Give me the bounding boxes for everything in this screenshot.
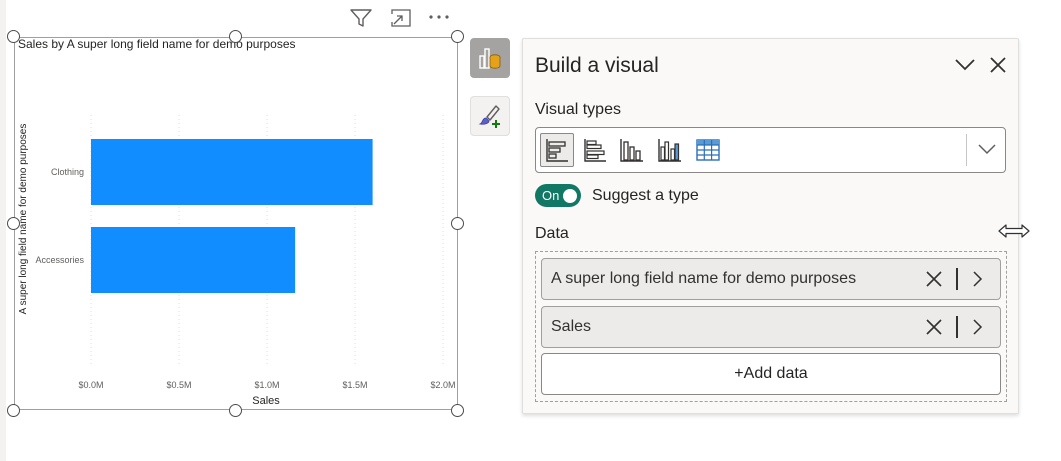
data-label: Data <box>535 225 569 242</box>
field-pill-separator <box>956 268 958 290</box>
remove-field-icon[interactable] <box>924 269 944 289</box>
chevron-right-icon[interactable] <box>970 269 984 289</box>
visual-types-label: Visual types <box>535 101 621 118</box>
bar[interactable] <box>91 227 296 293</box>
field-pill-sales[interactable]: Sales <box>541 306 1001 348</box>
resize-handle-right[interactable] <box>451 217 464 230</box>
bar-chart: Clothing Accessories $0.0M $0.5M $1.0M $1.5M… <box>18 115 456 407</box>
close-icon[interactable] <box>988 55 1008 75</box>
toggle-knob <box>563 188 577 203</box>
chevron-right-icon[interactable] <box>970 317 984 337</box>
y-tick-label: Accessories <box>35 255 84 265</box>
x-tick-label: $1.5M <box>342 380 367 390</box>
format-paintbrush-icon <box>478 105 500 128</box>
suggest-type-toggle[interactable]: On <box>535 184 581 207</box>
resize-handle-bottom-right[interactable] <box>451 404 464 417</box>
pane-title: Build a visual <box>535 54 659 77</box>
suggest-type-label: Suggest a type <box>592 187 699 204</box>
build-visual-button[interactable] <box>470 38 510 78</box>
field-pill-category[interactable]: A super long field name for demo purpose… <box>541 258 1001 300</box>
filter-icon[interactable] <box>349 8 373 28</box>
x-tick-label: $0.5M <box>166 380 191 390</box>
build-visual-icon <box>479 48 501 69</box>
resize-handle-bottom[interactable] <box>229 404 242 417</box>
y-axis-label: A super long field name for demo purpose… <box>18 124 29 315</box>
stacked-bar-chart-icon[interactable] <box>540 133 574 167</box>
focus-mode-icon[interactable] <box>389 8 413 28</box>
resize-handle-bottom-left[interactable] <box>7 404 20 417</box>
dropdown-separator <box>966 134 967 166</box>
resize-handle-left[interactable] <box>7 217 20 230</box>
bar[interactable] <box>91 139 373 205</box>
clustered-column-chart-icon[interactable] <box>653 133 687 167</box>
add-data-button[interactable]: +Add data <box>541 353 1001 395</box>
x-tick-label: $1.0M <box>254 380 279 390</box>
stacked-column-chart-icon[interactable] <box>615 133 649 167</box>
x-tick-label: $0.0M <box>78 380 103 390</box>
chevron-down-icon[interactable] <box>976 141 998 157</box>
y-tick-label: Clothing <box>51 167 84 177</box>
clustered-bar-chart-icon[interactable] <box>578 133 612 167</box>
canvas-edge <box>0 0 6 461</box>
resize-handle-top[interactable] <box>229 30 242 43</box>
resize-handle-top-right[interactable] <box>451 30 464 43</box>
x-tick-label: $2.0M <box>430 380 455 390</box>
more-options-icon[interactable] <box>427 12 451 22</box>
x-axis-label: Sales <box>252 395 280 407</box>
format-visual-button[interactable] <box>470 96 510 136</box>
table-icon[interactable] <box>691 133 725 167</box>
field-pill-separator <box>956 316 958 338</box>
field-name: Sales <box>551 318 592 335</box>
toggle-label: On <box>542 188 560 203</box>
resize-pane-cursor-icon <box>998 224 1030 238</box>
field-name: A super long field name for demo purpose… <box>551 270 857 287</box>
remove-field-icon[interactable] <box>924 317 944 337</box>
resize-handle-top-left[interactable] <box>7 30 20 43</box>
collapse-chevron-icon[interactable] <box>954 57 976 73</box>
chart-title: Sales by A super long field name for dem… <box>18 37 296 51</box>
